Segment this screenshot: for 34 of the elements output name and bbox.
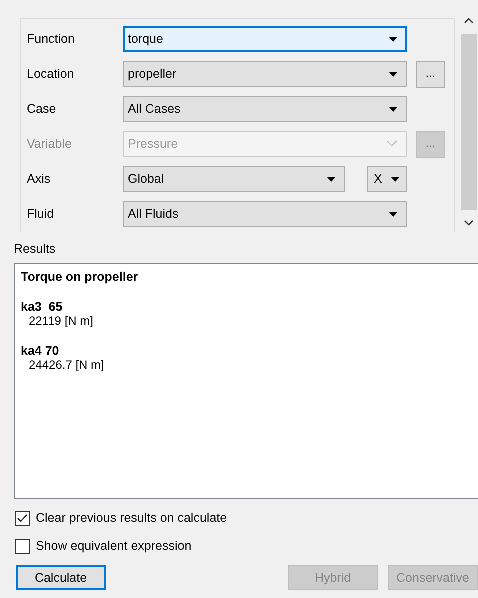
- checkbox-label: Show equivalent expression: [36, 539, 192, 553]
- result-value: 22119 [N m]: [29, 314, 94, 328]
- result-name: ka3_65: [21, 300, 63, 314]
- field-label: Axis: [27, 172, 52, 186]
- dropdown[interactable]: Global: [123, 166, 345, 192]
- field-label: Location: [27, 67, 76, 81]
- caret-down-icon: [389, 106, 398, 112]
- dropdown[interactable]: torque: [123, 26, 407, 52]
- field-label: Case: [27, 102, 58, 116]
- scroll-down-icon[interactable]: [464, 220, 474, 226]
- browse-button[interactable]: ...: [416, 60, 445, 88]
- chevron-down-icon: [386, 140, 398, 148]
- scroll-thumb[interactable]: [461, 34, 477, 210]
- results-title: Torque on propeller: [21, 270, 140, 284]
- field-label: Function: [27, 32, 76, 46]
- caret-down-icon: [389, 212, 398, 216]
- caret-down-icon: [391, 176, 400, 182]
- field-label: Fluid: [27, 207, 56, 221]
- field-label: Variable: [27, 137, 73, 151]
- section-label: Results: [14, 242, 57, 258]
- dropdown[interactable]: All Cases: [123, 96, 407, 122]
- result-name: ka4 70: [21, 344, 60, 358]
- caret-down-icon: [327, 176, 336, 182]
- dropdown[interactable]: X: [367, 166, 407, 192]
- result-value: 24426.7 [N m]: [29, 358, 104, 372]
- action-button[interactable]: Calculate: [16, 565, 106, 590]
- scroll-up-icon[interactable]: [464, 18, 474, 24]
- checkbox-label: Clear previous results on calculate: [36, 511, 228, 525]
- checkbox[interactable]: [15, 538, 30, 554]
- dropdown[interactable]: All Fluids: [123, 201, 407, 227]
- caret-down-icon: [389, 36, 398, 42]
- dropdown[interactable]: propeller: [123, 61, 407, 87]
- checkbox[interactable]: [15, 510, 30, 526]
- caret-down-icon: [389, 72, 398, 76]
